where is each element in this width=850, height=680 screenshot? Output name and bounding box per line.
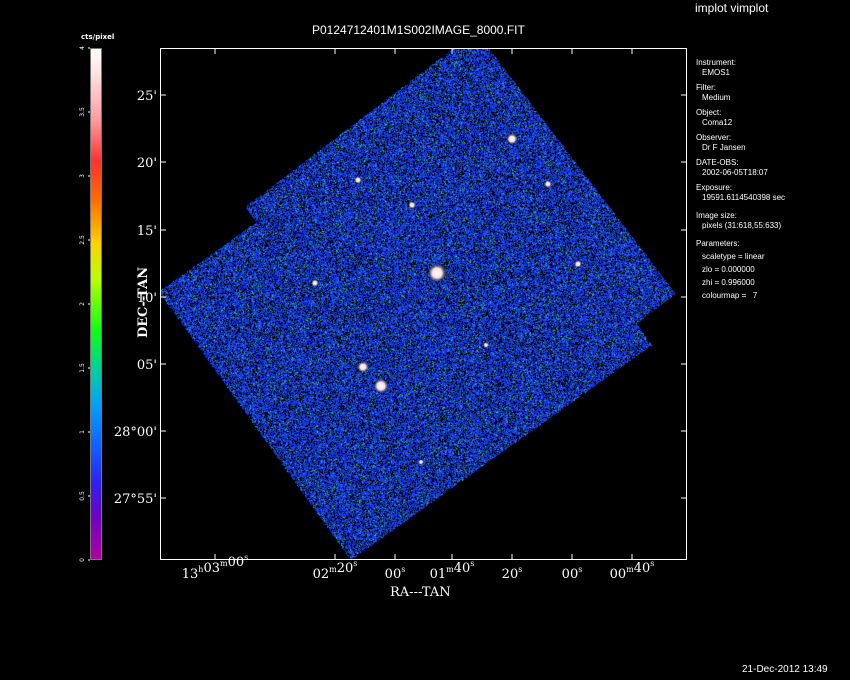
parameters-label: Parameters: xyxy=(696,239,740,248)
x-axis-tick-labels: 13h03m00s02m20s00s 01m40s20s 00s 00m40s xyxy=(182,553,655,582)
image-size-label: Image size: xyxy=(696,211,737,220)
x-tick-label: 02m20s xyxy=(313,559,358,582)
y-tick-label: 28°00' xyxy=(114,425,157,440)
exposure-value: 19591.6114540398 sec xyxy=(702,193,786,202)
image-size-value: pixels (31:618,55:633) xyxy=(702,221,782,230)
instrument-label: Instrument: xyxy=(696,58,737,67)
y-axis-ticks xyxy=(160,94,687,499)
x-tick-label: 01m40s xyxy=(430,559,475,582)
metadata-panel: Instrument: EMOS1 Filter: Medium Object:… xyxy=(696,58,846,301)
y-tick-label: 27°55' xyxy=(114,492,157,507)
y-tick-label: 05' xyxy=(137,358,157,373)
x-tick-label: 00s xyxy=(385,565,406,582)
exposure-label: Exposure: xyxy=(696,183,733,192)
x-tick-label: 00m40s xyxy=(610,559,655,582)
y-tick-label: 25' xyxy=(137,89,157,104)
param-zhi: zhi = 0.996000 xyxy=(702,278,755,287)
y-axis-label: DEC--TAN xyxy=(136,266,151,338)
x-axis-ticks xyxy=(214,48,633,560)
x-tick-label: 00s xyxy=(562,565,583,582)
param-colourmap: colourmap = 7 xyxy=(702,291,758,300)
date-value: 2002-06-05T18:07 xyxy=(702,168,768,177)
observer-value: Dr F Jansen xyxy=(702,143,746,152)
object-value: Coma12 xyxy=(702,118,733,127)
x-axis-label: RA---TAN xyxy=(390,585,451,600)
x-tick-label: 20s xyxy=(502,565,523,582)
param-scaletype: scaletype = linear xyxy=(702,252,765,261)
param-zlo: zlo = 0.000000 xyxy=(702,265,755,274)
object-label: Object: xyxy=(696,108,722,117)
date-label: DATE-OBS: xyxy=(696,158,739,167)
instrument-value: EMOS1 xyxy=(702,68,731,77)
filter-value: Medium xyxy=(702,93,731,102)
filter-label: Filter: xyxy=(696,83,716,92)
y-tick-label: 15' xyxy=(137,224,157,239)
timestamp: 21-Dec-2012 13:49 xyxy=(742,664,828,675)
y-tick-label: 20' xyxy=(137,156,157,171)
observer-label: Observer: xyxy=(696,133,732,142)
